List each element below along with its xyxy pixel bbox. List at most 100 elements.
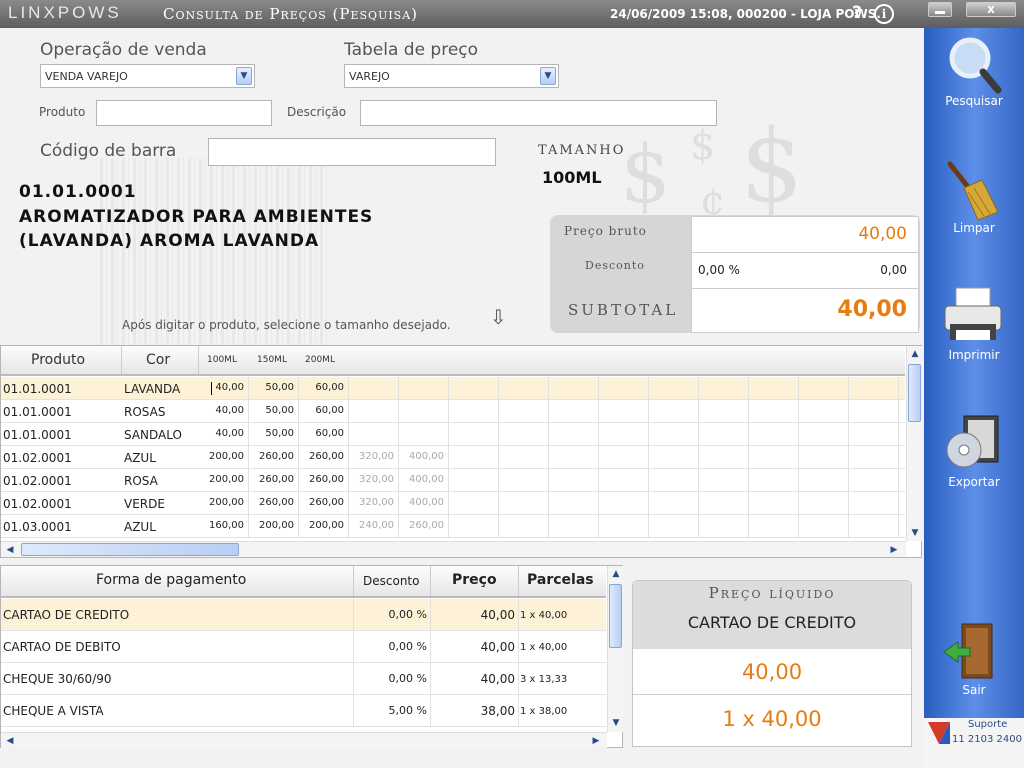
- col-cor[interactable]: Cor: [146, 352, 170, 368]
- price-cell[interactable]: 50,00: [249, 377, 299, 399]
- price-cell[interactable]: 40,00: [199, 377, 249, 399]
- table-row[interactable]: 01.02.0001 AZUL 200,00 260,00 260,00 320,00 40…: [1, 446, 999, 469]
- price-cell[interactable]: 260,00: [299, 469, 349, 491]
- scroll-thumb[interactable]: [21, 543, 239, 556]
- price-cell[interactable]: 400,00: [399, 492, 449, 514]
- col-100ml[interactable]: 100ML: [207, 355, 237, 365]
- scroll-down-icon[interactable]: ▼: [908, 526, 922, 540]
- support-phone[interactable]: 11 2103 2400: [952, 734, 1022, 745]
- table-row[interactable]: CARTAO DE CREDITO 0,00 % 40,00 1 x 40,00: [1, 599, 606, 631]
- price-cell[interactable]: 400,00: [399, 469, 449, 491]
- operacao-value: VENDA VAREJO: [45, 70, 128, 83]
- price-cell[interactable]: 40,00: [199, 400, 249, 422]
- horizontal-scrollbar[interactable]: ◀ ▶: [1, 541, 906, 557]
- magnifier-icon: [949, 37, 1002, 94]
- col-forma[interactable]: Forma de pagamento: [96, 572, 246, 588]
- price-cell[interactable]: [399, 377, 449, 399]
- horizontal-scrollbar[interactable]: ◀ ▶: [1, 732, 607, 748]
- col-produto[interactable]: Produto: [31, 352, 85, 368]
- table-row[interactable]: 01.01.0001 SANDALO 40,00 50,00 60,00: [1, 423, 999, 446]
- support-panel: Suporte 11 2103 2400: [924, 718, 1024, 768]
- imprimir-button[interactable]: Imprimir: [924, 284, 1024, 394]
- price-cell[interactable]: 260,00: [299, 492, 349, 514]
- price-cell[interactable]: 260,00: [399, 515, 449, 537]
- price-cell[interactable]: 60,00: [299, 377, 349, 399]
- scroll-thumb[interactable]: [609, 584, 622, 648]
- empty-cell: [449, 423, 499, 445]
- col-200ml[interactable]: 200ML: [305, 355, 335, 365]
- price-cell[interactable]: 200,00: [199, 492, 249, 514]
- scroll-left-icon[interactable]: ◀: [3, 734, 17, 748]
- close-button[interactable]: x: [966, 2, 1016, 17]
- limpar-button[interactable]: Limpar: [924, 156, 1024, 266]
- empty-cell: [599, 492, 649, 514]
- preco-cell: 40,00: [480, 640, 515, 654]
- tabela-select[interactable]: VAREJO ▼: [344, 64, 559, 88]
- preco-cell: 38,00: [480, 704, 515, 718]
- table-row[interactable]: 01.02.0001 VERDE 200,00 260,00 260,00 320,00 4…: [1, 492, 999, 515]
- scroll-right-icon[interactable]: ▶: [887, 543, 901, 557]
- table-row[interactable]: 01.01.0001 ROSAS 40,00 50,00 60,00: [1, 400, 999, 423]
- table-row[interactable]: 01.01.0001 LAVANDA 40,00 50,00 60,00: [1, 377, 999, 400]
- vertical-scrollbar[interactable]: ▲ ▼: [607, 566, 623, 732]
- col-desconto[interactable]: Desconto: [363, 574, 419, 588]
- scroll-up-icon[interactable]: ▲: [908, 347, 922, 361]
- col-150ml[interactable]: 150ML: [257, 355, 287, 365]
- info-icon[interactable]: i: [874, 4, 894, 24]
- broom-icon: [947, 161, 999, 221]
- scroll-up-icon[interactable]: ▲: [609, 567, 623, 581]
- produto-input[interactable]: [96, 100, 272, 126]
- empty-cell: [849, 492, 899, 514]
- price-cell[interactable]: 260,00: [299, 446, 349, 468]
- sair-button[interactable]: Sair: [924, 618, 1024, 728]
- price-cell[interactable]: 400,00: [399, 446, 449, 468]
- price-cell[interactable]: 320,00: [349, 492, 399, 514]
- scroll-right-icon[interactable]: ▶: [589, 734, 603, 748]
- chevron-down-icon[interactable]: ▼: [236, 67, 252, 85]
- col-preco[interactable]: Preço: [452, 572, 497, 588]
- price-cell[interactable]: 200,00: [199, 469, 249, 491]
- price-cell[interactable]: [349, 377, 399, 399]
- table-row[interactable]: CARTAO DE DEBITO 0,00 % 40,00 1 x 40,00: [1, 631, 606, 663]
- price-cell[interactable]: 200,00: [249, 515, 299, 537]
- descricao-input[interactable]: [360, 100, 717, 126]
- table-row[interactable]: CHEQUE 30/60/90 0,00 % 40,00 3 x 13,33: [1, 663, 606, 695]
- price-cell[interactable]: 50,00: [249, 423, 299, 445]
- scroll-down-icon[interactable]: ▼: [609, 716, 623, 730]
- price-cell[interactable]: [399, 423, 449, 445]
- scroll-thumb[interactable]: [908, 364, 921, 422]
- minimize-button[interactable]: [928, 2, 952, 17]
- help-icon[interactable]: ?: [852, 3, 862, 23]
- product-description: AROMATIZADOR PARA AMBIENTES (LAVANDA) AR…: [19, 207, 374, 251]
- pesquisar-button[interactable]: Pesquisar: [924, 28, 1024, 138]
- table-row[interactable]: 01.02.0001 ROSA 200,00 260,00 260,00 320,00 40…: [1, 469, 999, 492]
- price-cell[interactable]: 60,00: [299, 400, 349, 422]
- price-cell[interactable]: [399, 400, 449, 422]
- price-cell[interactable]: [349, 423, 399, 445]
- pesquisar-label: Pesquisar: [945, 94, 1003, 108]
- price-cell[interactable]: 200,00: [199, 446, 249, 468]
- price-cell[interactable]: 320,00: [349, 469, 399, 491]
- price-cell[interactable]: 260,00: [249, 469, 299, 491]
- operacao-select[interactable]: VENDA VAREJO ▼: [40, 64, 255, 88]
- chevron-down-icon[interactable]: ▼: [540, 67, 556, 85]
- price-cell[interactable]: 240,00: [349, 515, 399, 537]
- price-cell[interactable]: 320,00: [349, 446, 399, 468]
- price-cell[interactable]: 260,00: [249, 446, 299, 468]
- codigo-barra-input[interactable]: [208, 138, 496, 166]
- price-cell[interactable]: 40,00: [199, 423, 249, 445]
- price-cell[interactable]: 60,00: [299, 423, 349, 445]
- table-row[interactable]: 01.03.0001 AZUL 160,00 200,00 200,00 240,00 26…: [1, 515, 999, 538]
- forma-cell: CHEQUE 30/60/90: [3, 672, 112, 686]
- scroll-left-icon[interactable]: ◀: [3, 543, 17, 557]
- vertical-scrollbar[interactable]: ▲ ▼: [906, 346, 922, 541]
- price-cell[interactable]: 260,00: [249, 492, 299, 514]
- price-cell[interactable]: 50,00: [249, 400, 299, 422]
- exportar-button[interactable]: Exportar: [924, 412, 1024, 522]
- price-cell[interactable]: 200,00: [299, 515, 349, 537]
- col-parcelas[interactable]: Parcelas: [527, 572, 594, 588]
- price-cell[interactable]: 160,00: [199, 515, 249, 537]
- price-cell[interactable]: [349, 400, 399, 422]
- payment-grid: Forma de pagamento Desconto Preço Parcel…: [0, 565, 623, 748]
- table-row[interactable]: CHEQUE A VISTA 5,00 % 38,00 1 x 38,00: [1, 695, 606, 727]
